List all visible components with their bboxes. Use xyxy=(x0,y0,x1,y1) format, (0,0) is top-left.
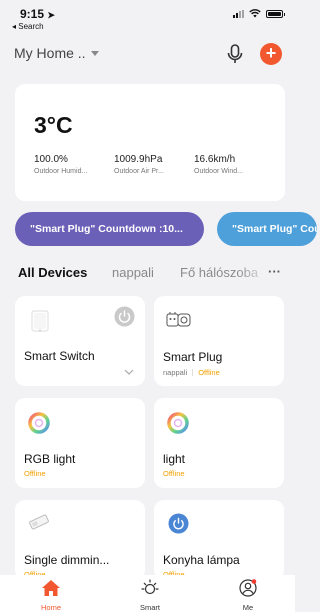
tab-fo-haloszoba[interactable]: Fő hálószoba xyxy=(180,265,262,280)
scene-shortcuts: "Smart Plug" Countdown :10... "Smart Plu… xyxy=(0,212,317,248)
device-name: light xyxy=(163,452,186,466)
system-indicators xyxy=(233,9,285,18)
device-name: Smart Plug xyxy=(163,350,223,364)
scene-button[interactable]: "Smart Plug" Countdown :10... xyxy=(15,212,204,246)
wind-stat: 16.6km/h Outdoor Wind... xyxy=(194,154,274,175)
location-arrow-icon: ➤ xyxy=(47,10,55,20)
back-to-search-link[interactable]: ◂ Search xyxy=(12,22,44,31)
battery-icon xyxy=(266,9,285,18)
air-pressure-value: 1009.9hPa xyxy=(114,154,163,165)
scene-button[interactable]: "Smart Plug" Countdown xyxy=(217,212,317,246)
air-pressure-label: Outdoor Air Pr... xyxy=(114,168,164,175)
nav-smart-label: Smart xyxy=(139,603,160,612)
rgb-bulb-icon xyxy=(28,412,50,434)
device-room: nappali xyxy=(163,368,188,377)
smart-plug-device-icon xyxy=(166,312,191,327)
weather-card[interactable]: 3°C 100.0% Outdoor Humid... 1009.9hPa Ou… xyxy=(15,84,285,201)
device-name: Single dimmin... xyxy=(24,553,110,567)
tab-nappali[interactable]: nappali xyxy=(112,265,154,280)
room-tabs: All Devices nappali Fő hálószoba ··· xyxy=(0,262,295,284)
nav-home-label: Home xyxy=(40,603,61,612)
chevron-down-icon[interactable] xyxy=(124,369,134,375)
humidity-value: 100.0% xyxy=(34,154,68,165)
home-icon xyxy=(42,580,60,596)
divider xyxy=(192,369,194,376)
microphone-icon[interactable] xyxy=(225,43,245,65)
wind-label: Outdoor Wind... xyxy=(194,168,244,175)
clock-text: 9:15 xyxy=(20,7,45,21)
temperature: 3°C xyxy=(34,112,73,138)
home-name: My Home .. xyxy=(14,45,86,61)
nav-me-label: Me xyxy=(242,603,254,612)
device-card-konyha-lampa[interactable]: Konyha lámpa Offline xyxy=(154,500,284,580)
rgb-bulb-icon xyxy=(167,412,189,434)
profile-icon xyxy=(239,579,257,597)
switch-device-icon xyxy=(31,310,49,332)
device-card-single-dimmer[interactable]: Single dimmin... Offline xyxy=(15,500,145,580)
tab-all-devices[interactable]: All Devices xyxy=(18,265,87,280)
device-name: Konyha lámpa xyxy=(163,553,240,567)
device-name: Smart Switch xyxy=(24,349,95,363)
offline-status: Offline xyxy=(163,469,185,478)
offline-status: Offline xyxy=(198,368,220,377)
wind-value: 16.6km/h xyxy=(194,154,236,165)
dimmer-module-icon xyxy=(29,514,49,530)
humidity-stat: 100.0% Outdoor Humid... xyxy=(34,154,114,175)
bottom-navigation: Home Smart Me xyxy=(0,575,295,612)
nav-home[interactable]: Home xyxy=(21,579,81,612)
offline-status: Offline xyxy=(24,469,46,478)
device-card-smart-plug[interactable]: Smart Plug nappali Offline xyxy=(154,296,284,386)
air-pressure-stat: 1009.9hPa Outdoor Air Pr... xyxy=(114,154,194,175)
device-card-smart-switch[interactable]: Smart Switch xyxy=(15,296,145,386)
humidity-label: Outdoor Humid... xyxy=(34,168,88,175)
nav-smart[interactable]: Smart xyxy=(120,579,180,612)
more-tabs-button[interactable]: ··· xyxy=(268,264,281,279)
home-selector[interactable]: My Home .. xyxy=(14,45,99,61)
nav-me[interactable]: Me xyxy=(218,579,278,612)
sun-icon xyxy=(141,579,159,595)
wifi-icon xyxy=(249,9,261,18)
home-header: My Home .. + xyxy=(0,40,295,68)
cellular-signal-icon xyxy=(233,9,244,18)
device-name: RGB light xyxy=(24,452,76,466)
power-device-icon xyxy=(168,513,189,534)
device-card-light[interactable]: light Offline xyxy=(154,398,284,488)
device-meta: nappali Offline xyxy=(163,368,220,377)
power-button-icon[interactable] xyxy=(114,306,135,327)
caret-down-icon xyxy=(90,50,99,56)
add-device-button[interactable]: + xyxy=(260,43,282,65)
device-card-rgb-light[interactable]: RGB light Offline xyxy=(15,398,145,488)
clock: 9:15 ➤ xyxy=(20,7,55,21)
status-bar: 9:15 ➤ ◂ Search xyxy=(0,0,295,36)
